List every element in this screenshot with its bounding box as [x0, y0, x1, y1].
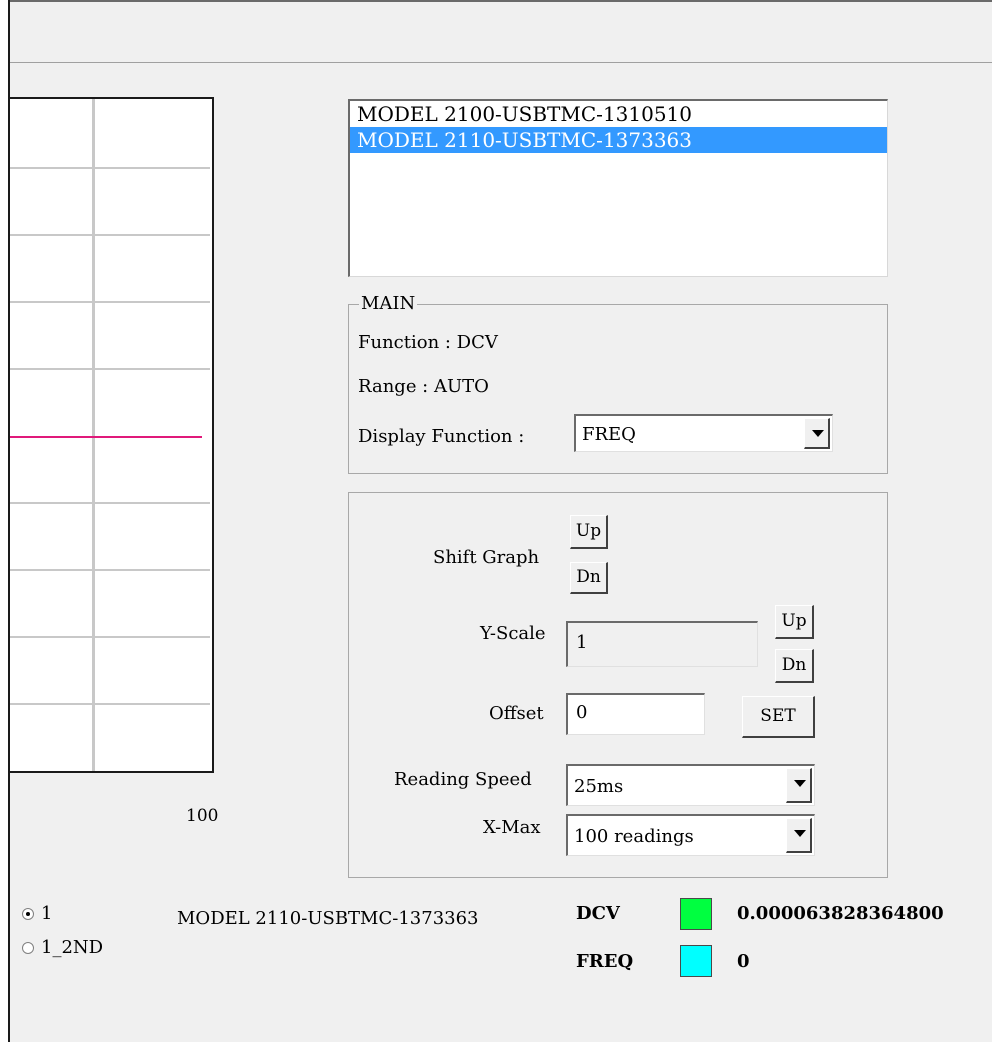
- channel-option-label: 1_2ND: [41, 937, 104, 958]
- display-function-value: FREQ: [582, 424, 636, 445]
- grid-line: [10, 569, 210, 571]
- y-scale-down-button[interactable]: Dn: [775, 649, 814, 683]
- grid-line: [10, 368, 210, 370]
- graph-controls-group: Shift Graph Up Dn Y-Scale 1 Up Dn Offset…: [348, 492, 888, 878]
- y-scale-label: Y-Scale: [480, 623, 546, 644]
- shift-graph-label: Shift Graph: [433, 547, 540, 568]
- grid-line: [10, 301, 210, 303]
- dcv-reading: 0.000063828364800: [737, 903, 944, 924]
- grid-line: [10, 636, 210, 638]
- display-function-select[interactable]: FREQ: [574, 414, 833, 452]
- freq-color-swatch[interactable]: [680, 945, 712, 977]
- chevron-down-icon[interactable]: [786, 768, 812, 803]
- freq-reading: 0: [737, 951, 750, 972]
- function-label: Function : DCV: [358, 332, 498, 353]
- y-scale-value: 1: [576, 632, 588, 653]
- freq-label: FREQ: [576, 951, 634, 972]
- main-group-title: MAIN: [359, 293, 418, 314]
- window-top-bar: [0, 0, 992, 63]
- channel-radio-1[interactable]: [22, 908, 34, 920]
- chevron-down-icon[interactable]: [786, 818, 812, 853]
- device-list-item-selected[interactable]: MODEL 2110-USBTMC-1373363: [350, 127, 887, 153]
- grid-line: [10, 502, 210, 504]
- channel-option-label: 1: [41, 903, 53, 924]
- measurement-trace: [10, 436, 202, 438]
- x-axis-max-label: 100: [186, 806, 219, 826]
- main-group: MAIN Function : DCV Range : AUTO Display…: [348, 293, 888, 474]
- display-function-label: Display Function :: [358, 426, 525, 447]
- device-list-item[interactable]: MODEL 2100-USBTMC-1310510: [350, 101, 887, 127]
- channel-radio-1-2nd[interactable]: [22, 942, 34, 954]
- x-max-value: 100 readings: [574, 826, 694, 847]
- y-scale-up-button[interactable]: Up: [775, 605, 814, 639]
- chevron-down-icon[interactable]: [804, 418, 830, 449]
- reading-speed-label: Reading Speed: [394, 769, 532, 790]
- reading-speed-value: 25ms: [574, 776, 624, 797]
- grid-line: [10, 167, 210, 169]
- grid-line: [92, 99, 95, 771]
- x-max-select[interactable]: 100 readings: [566, 814, 815, 856]
- offset-value: 0: [576, 702, 588, 723]
- range-label: Range : AUTO: [358, 376, 489, 397]
- shift-graph-down-button[interactable]: Dn: [570, 562, 608, 594]
- dcv-color-swatch[interactable]: [680, 898, 712, 930]
- dcv-label: DCV: [576, 903, 620, 924]
- reading-speed-select[interactable]: 25ms: [566, 764, 815, 806]
- device-list[interactable]: MODEL 2100-USBTMC-1310510 MODEL 2110-USB…: [348, 99, 888, 277]
- shift-graph-up-button[interactable]: Up: [570, 515, 608, 549]
- offset-input[interactable]: 0: [566, 693, 705, 735]
- offset-label: Offset: [489, 703, 544, 724]
- grid-line: [10, 234, 210, 236]
- active-device-label: MODEL 2110-USBTMC-1373363: [177, 908, 479, 929]
- reading-graph: [10, 97, 214, 773]
- x-max-label: X-Max: [483, 817, 541, 838]
- grid-line: [10, 703, 210, 705]
- window-top-border: [0, 0, 992, 2]
- window-left-edge: [0, 0, 10, 1042]
- set-button[interactable]: SET: [742, 696, 815, 738]
- y-scale-field: 1: [566, 621, 758, 667]
